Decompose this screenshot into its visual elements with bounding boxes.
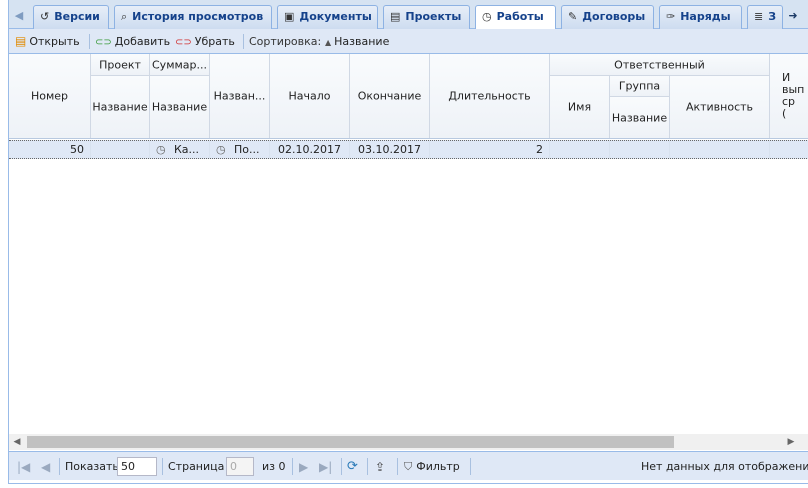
horizontal-scrollbar[interactable]: ◀ ▶	[9, 434, 808, 450]
works-panel: ◀ ↺ Версии ⌕ История просмотров ▣ Документы…	[8, 0, 808, 484]
works-icon: ◷	[482, 10, 492, 23]
pager-divider	[341, 458, 342, 475]
orders-icon: ✑	[666, 10, 676, 23]
link-add-icon: ⊂⊃	[95, 37, 112, 48]
cell-project-name	[91, 141, 150, 158]
first-page-icon[interactable]: |◀	[17, 458, 30, 476]
column-name[interactable]: Назван...	[210, 54, 270, 138]
page-number-input[interactable]: 0	[226, 457, 254, 476]
toolbar: ▤ Открыть ⊂⊃ Добавить ⊂⊃ Убрать Сортировка:…	[9, 29, 808, 54]
export-icon[interactable]: ⇪	[375, 458, 385, 476]
tab-versions[interactable]: ↺ Версии	[33, 5, 109, 29]
table-row[interactable]: 50 ◷ Ка... ◷ По... 02.10.2017 03.10.2017 2	[9, 140, 808, 159]
filter-button[interactable]: ⛉ Фильтр	[404, 458, 460, 476]
cell-duration: 2	[430, 141, 550, 158]
column-group-group: Группа	[610, 76, 670, 97]
history-icon: ⌕	[121, 10, 128, 23]
scroll-right-icon[interactable]: ▶	[783, 434, 799, 450]
next-page-icon[interactable]: ▶	[299, 458, 308, 476]
tab-tasks[interactable]: ≣ З	[747, 5, 783, 29]
pager-divider	[367, 458, 368, 475]
tab-scroll-left-icon[interactable]: ◀	[11, 6, 27, 26]
contracts-icon: ✎	[568, 10, 578, 23]
pager-divider	[397, 458, 398, 475]
column-start[interactable]: Начало	[270, 54, 350, 138]
page-count-label: из 0	[262, 460, 286, 473]
prev-page-icon[interactable]: ◀	[41, 458, 50, 476]
tab-documents[interactable]: ▣ Документы	[277, 5, 378, 29]
toolbar-divider	[243, 34, 244, 49]
page-size-input[interactable]: 50	[117, 457, 157, 476]
column-project-name[interactable]: Название	[91, 76, 150, 138]
last-page-icon[interactable]: ▶|	[319, 458, 332, 476]
pager-divider	[162, 458, 163, 475]
column-number[interactable]: Номер	[9, 54, 91, 138]
open-icon: ▤	[15, 34, 27, 48]
sort-ascending-icon: ▲	[325, 38, 332, 47]
sort-label: Сортировка:	[249, 35, 322, 48]
tab-projects[interactable]: ▤ Проекты	[383, 5, 470, 29]
column-group-summary: Суммар...	[150, 54, 210, 76]
work-icon: ◷	[216, 143, 226, 156]
sort-field-button[interactable]: ▲ Название	[325, 33, 389, 50]
column-group-project: Проект	[91, 54, 150, 76]
work-icon: ◷	[156, 143, 166, 156]
column-group-responsible: Ответственный	[550, 54, 770, 76]
page-label: Страница	[168, 460, 225, 473]
cell-group-name	[610, 141, 670, 158]
cell-end: 03.10.2017	[350, 141, 430, 158]
column-person-name[interactable]: Имя	[550, 76, 610, 138]
pager-divider	[59, 458, 60, 475]
scrollbar-thumb[interactable]	[27, 436, 674, 448]
version-icon: ↺	[40, 10, 50, 23]
cell-activity	[670, 141, 770, 158]
column-summary-name[interactable]: Название	[150, 76, 210, 138]
column-truncated[interactable]: И вып ср (	[770, 54, 808, 138]
tab-scroll-right-icon[interactable]: ➜	[785, 6, 801, 26]
cell-name: ◷ По...	[210, 141, 270, 158]
add-button[interactable]: ⊂⊃ Добавить	[95, 33, 170, 50]
grid-header: Номер Проект Название Суммар... Название…	[9, 54, 808, 139]
documents-icon: ▣	[284, 10, 295, 23]
scroll-left-icon[interactable]: ◀	[9, 434, 25, 450]
tab-view-history[interactable]: ⌕ История просмотров	[114, 5, 272, 29]
cell-number: 50	[9, 141, 91, 158]
tasks-icon: ≣	[754, 10, 764, 23]
filter-icon: ⛉	[404, 460, 413, 473]
remove-button[interactable]: ⊂⊃ Убрать	[175, 33, 235, 50]
projects-icon: ▤	[390, 10, 401, 23]
pager-divider	[470, 458, 471, 475]
cell-start: 02.10.2017	[270, 141, 350, 158]
tab-works[interactable]: ◷ Работы	[475, 5, 556, 30]
tab-orders[interactable]: ✑ Наряды	[659, 5, 742, 29]
tab-strip: ◀ ↺ Версии ⌕ История просмотров ▣ Документы…	[9, 0, 808, 30]
cell-summary-name: ◷ Ка...	[150, 141, 210, 158]
link-remove-icon: ⊂⊃	[175, 37, 192, 48]
tab-contracts[interactable]: ✎ Договоры	[561, 5, 654, 29]
page-size-label: Показать	[65, 460, 119, 473]
cell-person-name	[550, 141, 610, 158]
paging-toolbar: |◀ ◀ Показать 50 Страница 0 из 0 ▶ ▶| ⟳ …	[9, 451, 808, 480]
open-button[interactable]: ▤ Открыть	[15, 33, 80, 50]
pager-divider	[292, 458, 293, 475]
column-duration[interactable]: Длительность	[430, 54, 550, 138]
toolbar-divider	[89, 34, 90, 49]
empty-status-text: Нет данных для отображения	[641, 460, 808, 473]
column-end[interactable]: Окончание	[350, 54, 430, 138]
column-group-name[interactable]: Название	[610, 97, 670, 138]
column-activity[interactable]: Активность	[670, 76, 770, 138]
refresh-icon[interactable]: ⟳	[347, 458, 358, 476]
